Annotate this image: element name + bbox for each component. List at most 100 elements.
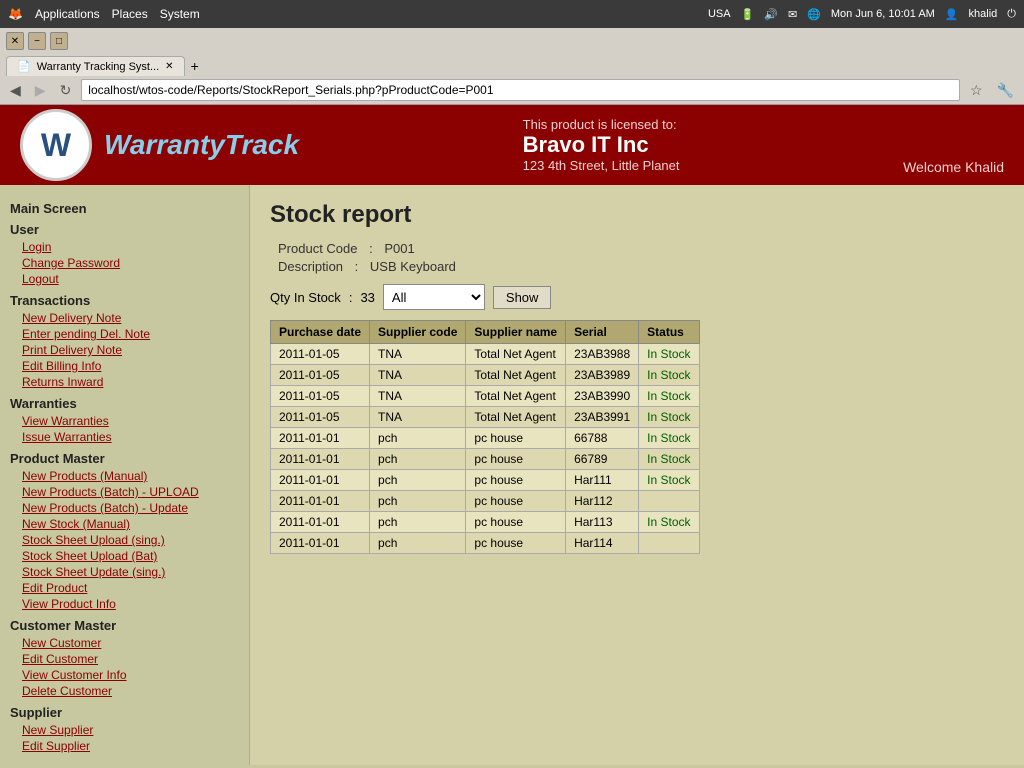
table-cell: 2011-01-01 bbox=[271, 428, 370, 449]
table-cell: TNA bbox=[370, 344, 466, 365]
table-cell: Total Net Agent bbox=[466, 344, 566, 365]
username-display: khalid bbox=[969, 8, 998, 20]
tab-close-button[interactable]: ✕ bbox=[165, 61, 173, 72]
description-value: USB Keyboard bbox=[370, 259, 456, 274]
sidebar-item-edit-product[interactable]: Edit Product bbox=[10, 580, 239, 596]
table-cell: TNA bbox=[370, 407, 466, 428]
active-tab[interactable]: 📄 Warranty Tracking Syst... ✕ bbox=[6, 56, 185, 76]
table-cell bbox=[639, 491, 699, 512]
table-row: 2011-01-01pchpc houseHar114 bbox=[271, 533, 700, 554]
table-cell: 66788 bbox=[566, 428, 639, 449]
table-cell: pch bbox=[370, 491, 466, 512]
table-row: 2011-01-05TNATotal Net Agent23AB3989In S… bbox=[271, 365, 700, 386]
license-label: This product is licensed to: bbox=[523, 117, 680, 132]
sidebar-item-edit-billing-info[interactable]: Edit Billing Info bbox=[10, 358, 239, 374]
minimize-window-button[interactable]: − bbox=[28, 32, 46, 50]
status-filter-select[interactable]: All In Stock Out of Stock bbox=[383, 284, 485, 310]
main-content: Stock report Product Code : P001 Descrip… bbox=[250, 185, 1024, 765]
os-applications-menu[interactable]: Applications bbox=[35, 7, 100, 21]
page-title: Stock report bbox=[270, 201, 1004, 229]
sidebar-item-stock-sheet-upload-bat[interactable]: Stock Sheet Upload (Bat) bbox=[10, 548, 239, 564]
product-code-separator: : bbox=[369, 241, 376, 256]
email-icon: ✉ bbox=[788, 8, 797, 21]
sidebar-item-delete-customer[interactable]: Delete Customer bbox=[10, 683, 239, 699]
sidebar-item-edit-customer[interactable]: Edit Customer bbox=[10, 651, 239, 667]
new-tab-button[interactable]: + bbox=[185, 56, 205, 76]
sidebar-item-new-products-manual[interactable]: New Products (Manual) bbox=[10, 468, 239, 484]
tab-icon: 📄 bbox=[17, 60, 31, 73]
maximize-window-button[interactable]: □ bbox=[50, 32, 68, 50]
sidebar-item-view-product-info[interactable]: View Product Info bbox=[10, 596, 239, 612]
sidebar-item-stock-sheet-update-sing[interactable]: Stock Sheet Update (sing.) bbox=[10, 564, 239, 580]
sidebar-item-new-products-batch-upload[interactable]: New Products (Batch) - UPLOAD bbox=[10, 484, 239, 500]
sidebar-item-enter-pending-del-note[interactable]: Enter pending Del. Note bbox=[10, 326, 239, 342]
description-separator: : bbox=[355, 259, 362, 274]
company-name: Bravo IT Inc bbox=[523, 132, 680, 158]
keyboard-layout: USA bbox=[708, 8, 731, 20]
sidebar-item-view-warranties[interactable]: View Warranties bbox=[10, 413, 239, 429]
table-cell: Har112 bbox=[566, 491, 639, 512]
power-icon[interactable]: ⏻ bbox=[1007, 8, 1016, 21]
os-logo-icon[interactable]: 🦊 bbox=[8, 7, 23, 21]
table-cell: 23AB3988 bbox=[566, 344, 639, 365]
sidebar-item-login[interactable]: Login bbox=[10, 239, 239, 255]
table-cell: 23AB3991 bbox=[566, 407, 639, 428]
table-cell: 2011-01-01 bbox=[271, 533, 370, 554]
back-button[interactable]: ◀ bbox=[6, 80, 25, 101]
table-cell: In Stock bbox=[639, 512, 699, 533]
show-button[interactable]: Show bbox=[493, 286, 552, 309]
sidebar-item-new-customer[interactable]: New Customer bbox=[10, 635, 239, 651]
tab-bar: 📄 Warranty Tracking Syst... ✕ + bbox=[0, 54, 1024, 76]
table-cell: Total Net Agent bbox=[466, 407, 566, 428]
table-cell: In Stock bbox=[639, 344, 699, 365]
sidebar-item-logout[interactable]: Logout bbox=[10, 271, 239, 287]
filter-row: Qty In Stock : 33 All In Stock Out of St… bbox=[270, 284, 1004, 310]
sidebar-section-user: User bbox=[10, 222, 239, 237]
table-cell: pch bbox=[370, 449, 466, 470]
table-cell: 23AB3989 bbox=[566, 365, 639, 386]
sidebar-item-issue-warranties[interactable]: Issue Warranties bbox=[10, 429, 239, 445]
address-bar: ◀ ▶ ↻ ☆ 🔧 bbox=[0, 76, 1024, 104]
table-cell: 2011-01-05 bbox=[271, 407, 370, 428]
table-cell: In Stock bbox=[639, 449, 699, 470]
table-cell: pch bbox=[370, 533, 466, 554]
table-cell: Har113 bbox=[566, 512, 639, 533]
stock-table: Purchase date Supplier code Supplier nam… bbox=[270, 320, 700, 554]
table-row: 2011-01-05TNATotal Net Agent23AB3990In S… bbox=[271, 386, 700, 407]
forward-button[interactable]: ▶ bbox=[31, 80, 50, 101]
os-system-menu[interactable]: System bbox=[160, 7, 200, 21]
table-cell bbox=[639, 533, 699, 554]
sidebar-item-edit-supplier[interactable]: Edit Supplier bbox=[10, 738, 239, 754]
sidebar-item-change-password[interactable]: Change Password bbox=[10, 255, 239, 271]
table-cell: In Stock bbox=[639, 407, 699, 428]
main-screen-link[interactable]: Main Screen bbox=[10, 201, 239, 216]
license-info: This product is licensed to: Bravo IT In… bbox=[523, 117, 680, 173]
table-cell: Total Net Agent bbox=[466, 365, 566, 386]
sidebar-item-new-delivery-note[interactable]: New Delivery Note bbox=[10, 310, 239, 326]
close-window-button[interactable]: ✕ bbox=[6, 32, 24, 50]
sidebar-item-print-delivery-note[interactable]: Print Delivery Note bbox=[10, 342, 239, 358]
table-cell: pc house bbox=[466, 428, 566, 449]
table-cell: 2011-01-01 bbox=[271, 449, 370, 470]
description-line: Description : USB Keyboard bbox=[270, 259, 1004, 274]
table-cell: pc house bbox=[466, 449, 566, 470]
os-places-menu[interactable]: Places bbox=[112, 7, 148, 21]
reload-button[interactable]: ↻ bbox=[56, 80, 76, 101]
bookmark-button[interactable]: ☆ bbox=[966, 80, 987, 101]
table-cell: TNA bbox=[370, 386, 466, 407]
table-row: 2011-01-01pchpc houseHar111In Stock bbox=[271, 470, 700, 491]
sidebar-item-new-supplier[interactable]: New Supplier bbox=[10, 722, 239, 738]
browser-window-controls: ✕ − □ bbox=[0, 28, 1024, 54]
sidebar: Main Screen User Login Change Password L… bbox=[0, 185, 250, 765]
sidebar-section-customer-master: Customer Master bbox=[10, 618, 239, 633]
sidebar-item-new-stock-manual[interactable]: New Stock (Manual) bbox=[10, 516, 239, 532]
sidebar-item-stock-sheet-upload-sing[interactable]: Stock Sheet Upload (sing.) bbox=[10, 532, 239, 548]
sidebar-item-view-customer-info[interactable]: View Customer Info bbox=[10, 667, 239, 683]
sidebar-item-returns-inward[interactable]: Returns Inward bbox=[10, 374, 239, 390]
sidebar-item-new-products-batch-update[interactable]: New Products (Batch) - Update bbox=[10, 500, 239, 516]
table-row: 2011-01-05TNATotal Net Agent23AB3988In S… bbox=[271, 344, 700, 365]
table-cell: In Stock bbox=[639, 365, 699, 386]
settings-icon[interactable]: 🔧 bbox=[993, 80, 1018, 101]
table-cell: In Stock bbox=[639, 470, 699, 491]
url-input[interactable] bbox=[81, 79, 960, 101]
